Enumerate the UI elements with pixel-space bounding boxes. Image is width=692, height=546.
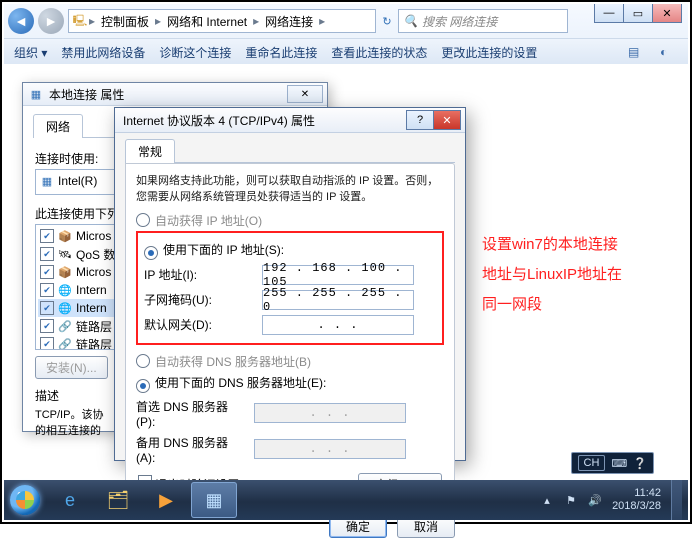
- cmd-change[interactable]: 更改此连接的设置: [441, 44, 537, 61]
- dialog-titlebar[interactable]: ▦ 本地连接 属性 ✕: [23, 83, 327, 106]
- tray-flag-icon[interactable]: ⚑: [564, 494, 578, 507]
- organize-menu[interactable]: 组织 ▾: [14, 44, 47, 61]
- help-button[interactable]: ?: [406, 110, 434, 130]
- cmd-diagnose[interactable]: 诊断这个连接: [159, 44, 231, 61]
- dns2-label: 备用 DNS 服务器(A):: [136, 434, 246, 465]
- address-bar[interactable]: 🖳 ▸ 控制面板 ▸ 网络和 Internet ▸ 网络连接 ▸: [68, 9, 376, 33]
- ip-label: IP 地址(I):: [144, 266, 254, 283]
- breadcrumb[interactable]: 网络连接: [261, 13, 317, 30]
- component-icon: 🔗: [58, 319, 72, 333]
- checkbox-icon[interactable]: ✔: [40, 301, 54, 315]
- help-icon[interactable]: ◐: [660, 45, 678, 59]
- desktop: — ▭ ✕ ◄ ► 🖳 ▸ 控制面板 ▸ 网络和 Internet ▸ 网络连接…: [4, 4, 688, 520]
- breadcrumb[interactable]: 网络和 Internet: [163, 13, 251, 30]
- component-label: 链路层: [76, 336, 112, 351]
- close-button[interactable]: ✕: [287, 85, 323, 103]
- gateway-label: 默认网关(D):: [144, 316, 254, 333]
- radio-auto-dns: 自动获得 DNS 服务器地址(B): [136, 353, 444, 370]
- gateway-input[interactable]: . . .: [262, 315, 414, 335]
- component-label: Intern: [76, 301, 107, 315]
- breadcrumb[interactable]: 控制面板: [97, 13, 153, 30]
- mask-label: 子网掩码(U):: [144, 291, 254, 308]
- ime-lang[interactable]: CH: [578, 455, 606, 471]
- dns2-input[interactable]: . . .: [254, 439, 406, 459]
- tab-network[interactable]: 网络: [33, 114, 83, 138]
- taskbar-explorer[interactable]: 🗂: [95, 482, 141, 518]
- checkbox-icon[interactable]: ✔: [40, 229, 54, 243]
- component-icon: 🛰: [58, 247, 72, 261]
- component-icon: 🔗: [58, 337, 72, 350]
- explorer-window-controls: — ▭ ✕: [595, 4, 682, 22]
- ipv4-properties-dialog: Internet 协议版本 4 (TCP/IPv4) 属性 ? ✕ 常规 如果网…: [114, 107, 466, 461]
- show-desktop-button[interactable]: [671, 480, 682, 520]
- tab-general[interactable]: 常规: [125, 139, 175, 163]
- radio-use-ip[interactable]: 使用下面的 IP 地址(S):: [144, 241, 436, 260]
- ip-address-input[interactable]: 192 . 168 . 100 . 105: [262, 265, 414, 285]
- search-input[interactable]: 🔍 搜索 网络连接: [398, 9, 568, 33]
- taskbar-mediaplayer[interactable]: ▶: [143, 482, 189, 518]
- install-button[interactable]: 安装(N)...: [35, 356, 108, 379]
- radio-use-dns[interactable]: 使用下面的 DNS 服务器地址(E):: [136, 374, 444, 393]
- adapter-name: Intel(R): [58, 174, 97, 188]
- component-icon: 📦: [58, 265, 72, 279]
- forward-button[interactable]: ►: [38, 8, 64, 34]
- tray-expand-icon[interactable]: ▴: [540, 494, 554, 507]
- clock[interactable]: 11:42 2018/3/28: [612, 487, 661, 512]
- search-icon: 🔍: [403, 14, 418, 28]
- cmd-disable[interactable]: 禁用此网络设备: [61, 44, 145, 61]
- search-placeholder: 搜索 网络连接: [422, 13, 497, 30]
- component-label: 链路层: [76, 318, 112, 335]
- ime-tool-icon[interactable]: ⌨: [611, 457, 627, 470]
- command-bar: 组织 ▾ 禁用此网络设备 诊断这个连接 重命名此连接 查看此连接的状态 更改此连…: [4, 38, 688, 66]
- info-text: 如果网络支持此功能，则可以获取自动指派的 IP 设置。否则， 您需要从网络系统管…: [136, 174, 444, 206]
- clock-date: 2018/3/28: [612, 500, 661, 513]
- refresh-icon[interactable]: ↻: [380, 14, 394, 28]
- dialog-title: Internet 协议版本 4 (TCP/IPv4) 属性: [123, 112, 315, 129]
- taskbar-network[interactable]: ▦: [191, 482, 237, 518]
- close-button[interactable]: ✕: [433, 110, 461, 130]
- component-icon: 🌐: [58, 283, 72, 297]
- system-tray: ▴ ⚑ 🔊 11:42 2018/3/28: [534, 480, 688, 520]
- dns1-input[interactable]: . . .: [254, 403, 406, 423]
- close-button[interactable]: ✕: [652, 4, 682, 23]
- highlighted-ip-section: 使用下面的 IP 地址(S): IP 地址(I): 192 . 168 . 10…: [136, 231, 444, 345]
- folder-icon: 🖳: [73, 14, 87, 28]
- back-button[interactable]: ◄: [8, 8, 34, 34]
- component-icon: 📦: [58, 229, 72, 243]
- taskbar: e 🗂 ▶ ▦ ▴ ⚑ 🔊 11:42 2018/3/28: [4, 480, 688, 520]
- subnet-mask-input[interactable]: 255 . 255 . 255 . 0: [262, 290, 414, 310]
- start-button[interactable]: [4, 480, 46, 520]
- checkbox-icon[interactable]: ✔: [40, 337, 54, 350]
- nic-icon: ▦: [40, 174, 54, 188]
- component-label: Micros: [76, 265, 111, 279]
- component-label: QoS 数: [76, 246, 115, 263]
- cmd-status[interactable]: 查看此连接的状态: [331, 44, 427, 61]
- dialog-title: 本地连接 属性: [49, 86, 124, 103]
- ime-bar[interactable]: CH ⌨ ❔: [571, 452, 654, 474]
- component-icon: 🌐: [58, 301, 72, 315]
- view-icon[interactable]: ▤: [628, 45, 646, 59]
- cmd-rename[interactable]: 重命名此连接: [245, 44, 317, 61]
- annotation-text: 设置win7的本地连接 地址与LinuxIP地址在 同一网段: [482, 230, 672, 320]
- windows-orb-icon: [10, 485, 40, 515]
- component-label: Intern: [76, 283, 107, 297]
- checkbox-icon[interactable]: ✔: [40, 283, 54, 297]
- clock-time: 11:42: [612, 487, 661, 500]
- dns1-label: 首选 DNS 服务器(P):: [136, 398, 246, 429]
- radio-auto-ip[interactable]: 自动获得 IP 地址(O): [136, 212, 444, 229]
- minimize-button[interactable]: —: [594, 4, 624, 23]
- maximize-button[interactable]: ▭: [623, 4, 653, 23]
- checkbox-icon[interactable]: ✔: [40, 265, 54, 279]
- nic-icon: ▦: [29, 87, 43, 101]
- ime-help-icon[interactable]: ❔: [633, 457, 647, 470]
- tray-volume-icon[interactable]: 🔊: [588, 494, 602, 507]
- taskbar-ie[interactable]: e: [47, 482, 93, 518]
- checkbox-icon[interactable]: ✔: [40, 319, 54, 333]
- checkbox-icon[interactable]: ✔: [40, 247, 54, 261]
- component-label: Micros: [76, 229, 111, 243]
